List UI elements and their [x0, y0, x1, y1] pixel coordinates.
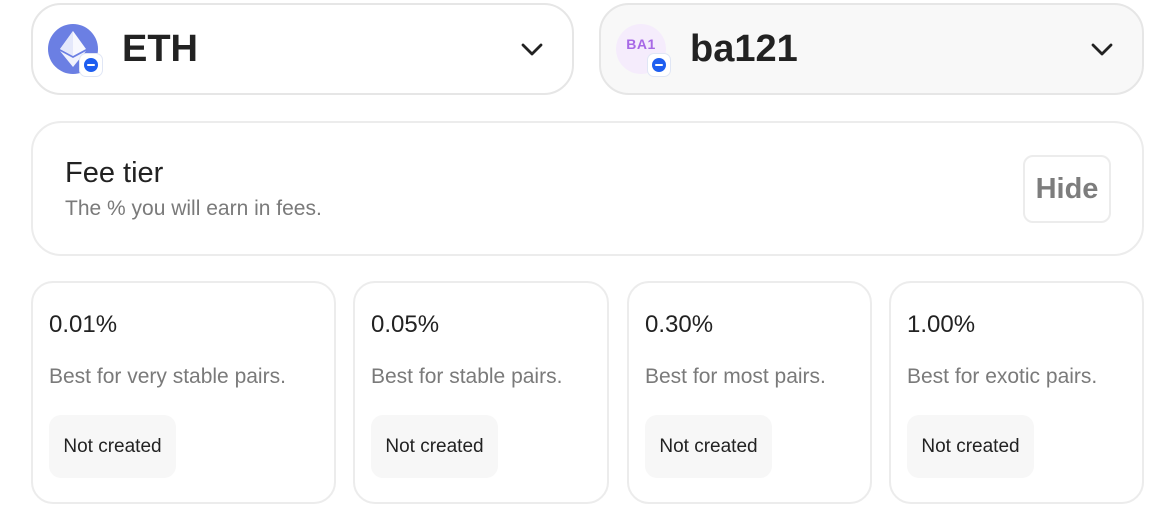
fee-tier-card: Fee tier The % you will earn in fees. Hi…	[31, 121, 1144, 256]
fee-tier-option-0-30[interactable]: 0.30% Best for most pairs. Not created	[627, 281, 872, 504]
fee-tier-subtitle: The % you will earn in fees.	[65, 197, 322, 220]
fee-tier-title: Fee tier	[65, 157, 164, 189]
tier-description: Best for stable pairs.	[371, 365, 563, 388]
tier-percent: 0.05%	[371, 311, 440, 338]
liquidity-pool-setup: ETH BA1 ba121 Fee tier The % you will ea…	[0, 0, 1176, 516]
tier-status-badge: Not created	[49, 415, 176, 478]
tier-status-badge: Not created	[907, 415, 1034, 478]
token-a-logo	[48, 24, 102, 76]
tier-description: Best for very stable pairs.	[49, 365, 286, 388]
chain-badge-icon	[648, 54, 670, 76]
tier-percent: 0.01%	[49, 311, 118, 338]
token-b-logo: BA1	[616, 24, 670, 76]
fee-tier-option-0-05[interactable]: 0.05% Best for stable pairs. Not created	[353, 281, 609, 504]
chain-badge-icon	[80, 54, 102, 76]
tier-percent: 1.00%	[907, 311, 976, 338]
fee-tier-option-0-01[interactable]: 0.01% Best for very stable pairs. Not cr…	[31, 281, 336, 504]
token-a-symbol: ETH	[122, 27, 198, 70]
tier-description: Best for most pairs.	[645, 365, 826, 388]
fee-tier-option-1-00[interactable]: 1.00% Best for exotic pairs. Not created	[889, 281, 1144, 504]
chevron-down-icon	[521, 43, 543, 56]
tier-status-badge: Not created	[645, 415, 772, 478]
token-b-symbol: ba121	[690, 27, 798, 70]
hide-button[interactable]: Hide	[1023, 155, 1111, 223]
tier-description: Best for exotic pairs.	[907, 365, 1098, 388]
chevron-down-icon	[1091, 43, 1113, 56]
tier-status-badge: Not created	[371, 415, 498, 478]
token-a-selector[interactable]: ETH	[31, 3, 574, 95]
tier-percent: 0.30%	[645, 311, 714, 338]
token-b-selector[interactable]: BA1 ba121	[599, 3, 1144, 95]
